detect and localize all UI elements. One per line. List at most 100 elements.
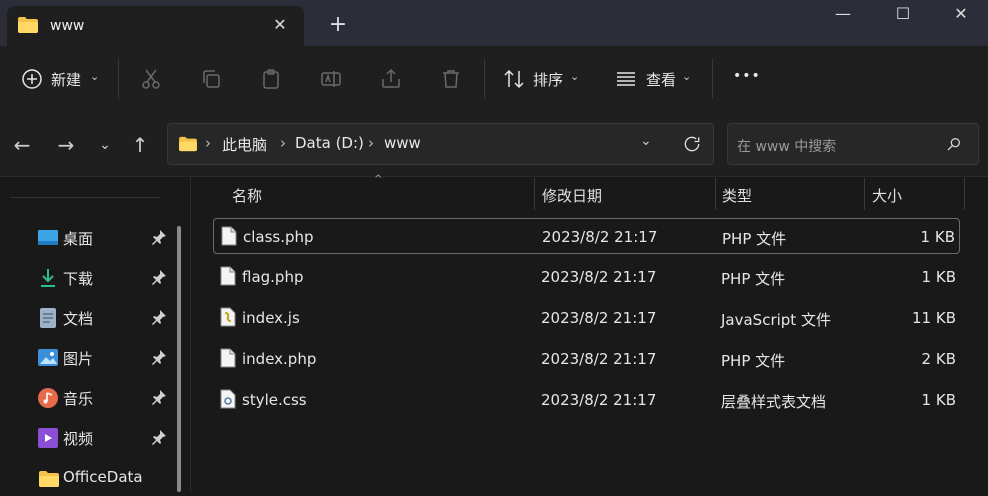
php-file-icon [220, 348, 236, 368]
cut-icon[interactable] [139, 67, 163, 91]
breadcrumb-drive[interactable]: Data (D:) [295, 134, 364, 152]
pin-icon[interactable] [151, 349, 167, 365]
breadcrumb-this-pc[interactable]: 此电脑 [222, 134, 267, 155]
minimize-button[interactable]: — [820, 0, 866, 30]
sidebar-item-label: 视频 [63, 430, 94, 448]
column-header-name[interactable]: 名称 [232, 185, 262, 206]
pin-icon[interactable] [151, 269, 167, 285]
column-header-size[interactable]: 大小 [872, 185, 902, 206]
file-size: 2 KB [921, 350, 956, 368]
paste-icon[interactable] [259, 67, 283, 91]
more-options-button[interactable]: ••• [733, 68, 761, 84]
file-type: PHP 文件 [721, 270, 786, 288]
file-size: 1 KB [921, 268, 956, 286]
divider [10, 197, 160, 198]
new-label: 新建 [51, 71, 82, 89]
folder-icon [39, 471, 59, 487]
sort-button[interactable]: 排序 ⌄ [500, 46, 586, 112]
plus-circle-icon [22, 69, 42, 89]
sidebar-item-label: 桌面 [63, 230, 94, 248]
tab-www[interactable]: www ✕ [7, 6, 304, 46]
column-divider[interactable] [964, 178, 965, 210]
file-name: flag.php [242, 268, 304, 286]
folder-icon [179, 136, 197, 152]
file-row[interactable]: flag.php 2023/8/2 21:17 PHP 文件 1 KB [213, 259, 960, 295]
column-divider[interactable] [534, 178, 535, 210]
sidebar-item-videos[interactable]: 视频 [36, 420, 176, 456]
search-box[interactable]: 在 www 中搜索 [727, 123, 979, 165]
share-icon[interactable] [379, 67, 403, 91]
sort-icon [504, 69, 524, 89]
divider [118, 59, 119, 99]
file-name: index.php [242, 350, 317, 368]
sidebar-item-officedata[interactable]: OfficeData [36, 460, 176, 496]
sidebar-item-label: 文档 [63, 310, 94, 328]
document-icon [40, 308, 56, 328]
sidebar-item-music[interactable]: 音乐 [36, 380, 176, 416]
column-header-modified[interactable]: 修改日期 [542, 185, 602, 206]
sidebar-item-documents[interactable]: 文档 [36, 300, 176, 336]
download-icon [41, 269, 55, 287]
sidebar-item-downloads[interactable]: 下载 [36, 260, 176, 296]
file-row[interactable]: style.css 2023/8/2 21:17 层叠样式表文档 1 KB [213, 382, 960, 418]
sidebar-item-label: OfficeData [63, 468, 143, 486]
pin-icon[interactable] [151, 389, 167, 405]
maximize-button[interactable]: ☐ [880, 0, 926, 30]
column-divider[interactable] [864, 178, 865, 210]
close-window-button[interactable]: ✕ [938, 0, 984, 30]
new-button[interactable]: 新建 ⌄ [18, 46, 102, 112]
column-header-type[interactable]: 类型 [722, 185, 752, 206]
delete-icon[interactable] [439, 67, 463, 91]
sort-indicator-icon: ^ [374, 174, 383, 185]
chevron-down-icon: ⌄ [90, 70, 100, 83]
rename-icon[interactable] [319, 67, 343, 91]
file-type: PHP 文件 [722, 230, 787, 248]
file-size: 1 KB [921, 391, 956, 409]
chevron-down-icon: ⌄ [682, 70, 692, 83]
sidebar-item-label: 图片 [63, 350, 94, 368]
breadcrumb-chevron-icon: › [280, 134, 286, 152]
php-file-icon [221, 226, 237, 246]
recent-chevron-icon[interactable]: ⌄ [91, 131, 119, 159]
pin-icon[interactable] [151, 229, 167, 245]
copy-icon[interactable] [199, 67, 223, 91]
command-bar: 新建 ⌄ 排序 ⌄ 查看 ⌄ ••• [0, 46, 988, 112]
view-button[interactable]: 查看 ⌄ [612, 46, 698, 112]
video-icon [38, 428, 58, 448]
pin-icon[interactable] [151, 429, 167, 445]
sort-label: 排序 [533, 71, 564, 89]
sidebar-scrollbar[interactable] [177, 226, 181, 492]
back-arrow-icon[interactable]: ← [8, 131, 36, 159]
music-icon [38, 388, 58, 408]
view-list-icon [617, 72, 635, 86]
sidebar-item-desktop[interactable]: 桌面 [36, 220, 176, 256]
file-type: PHP 文件 [721, 352, 786, 370]
folder-icon [18, 17, 38, 33]
breadcrumb-folder[interactable]: www [384, 134, 421, 152]
new-tab-button[interactable]: + [325, 12, 351, 38]
pane-divider[interactable] [190, 176, 191, 492]
file-name: index.js [242, 309, 300, 327]
divider [484, 59, 485, 99]
refresh-icon[interactable] [682, 134, 702, 154]
chevron-down-icon: ⌄ [570, 70, 580, 83]
forward-arrow-icon[interactable]: → [52, 131, 80, 159]
file-modified: 2023/8/2 21:17 [541, 391, 657, 409]
up-arrow-icon[interactable]: ↑ [126, 131, 154, 159]
address-history-chevron-icon[interactable]: ⌄ [640, 133, 652, 149]
sidebar-item-pictures[interactable]: 图片 [36, 340, 176, 376]
column-divider[interactable] [715, 178, 716, 210]
file-type: 层叠样式表文档 [721, 393, 827, 411]
tab-close-icon[interactable]: ✕ [269, 14, 291, 36]
file-row[interactable]: index.js 2023/8/2 21:17 JavaScript 文件 11… [213, 300, 960, 336]
file-modified: 2023/8/2 21:17 [541, 268, 657, 286]
pin-icon[interactable] [151, 309, 167, 325]
file-modified: 2023/8/2 21:17 [541, 309, 657, 327]
file-row[interactable]: index.php 2023/8/2 21:17 PHP 文件 2 KB [213, 341, 960, 377]
search-placeholder: 在 www 中搜索 [737, 139, 837, 155]
file-row[interactable]: class.php 2023/8/2 21:17 PHP 文件 1 KB [213, 218, 960, 254]
view-label: 查看 [646, 71, 677, 89]
javascript-file-icon [220, 307, 236, 327]
title-bar: www ✕ + — ☐ ✕ [0, 0, 988, 46]
tab-title: www [50, 18, 85, 34]
